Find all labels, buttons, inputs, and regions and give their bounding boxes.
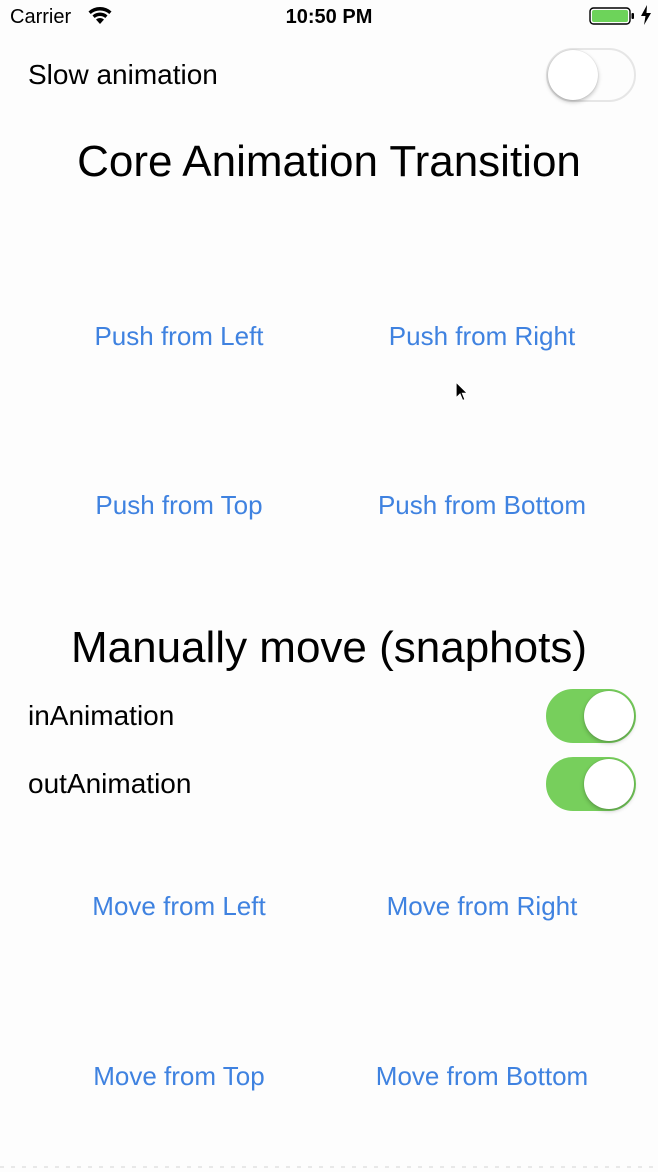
- push-from-bottom-button[interactable]: Push from Bottom: [332, 483, 632, 527]
- push-from-left-button[interactable]: Push from Left: [29, 314, 329, 358]
- move-from-left-button[interactable]: Move from Left: [29, 884, 329, 928]
- battery-icon: [589, 7, 634, 25]
- move-from-bottom-button[interactable]: Move from Bottom: [332, 1054, 632, 1098]
- toggle-knob: [548, 50, 598, 100]
- push-from-right-button[interactable]: Push from Right: [332, 314, 632, 358]
- move-from-right-button[interactable]: Move from Right: [332, 884, 632, 928]
- out-animation-toggle[interactable]: [546, 757, 636, 811]
- move-from-top-button[interactable]: Move from Top: [29, 1054, 329, 1098]
- status-bar: Carrier 10:50 PM: [0, 0, 658, 34]
- core-animation-title: Core Animation Transition: [77, 137, 581, 186]
- push-from-top-button[interactable]: Push from Top: [29, 483, 329, 527]
- slow-animation-toggle[interactable]: [546, 48, 636, 102]
- charging-bolt-icon: [641, 5, 651, 25]
- out-animation-label: outAnimation: [28, 768, 192, 799]
- in-animation-toggle[interactable]: [546, 689, 636, 743]
- manual-move-title: Manually move (snaphots): [70, 623, 587, 672]
- slow-animation-label: Slow animation: [28, 59, 218, 90]
- toggle-knob: [584, 691, 634, 741]
- bottom-edge-artifact: [0, 1166, 658, 1168]
- status-time: 10:50 PM: [285, 6, 373, 28]
- mouse-cursor-icon: [455, 381, 469, 402]
- toggle-knob: [584, 759, 634, 809]
- in-animation-label: inAnimation: [28, 700, 175, 731]
